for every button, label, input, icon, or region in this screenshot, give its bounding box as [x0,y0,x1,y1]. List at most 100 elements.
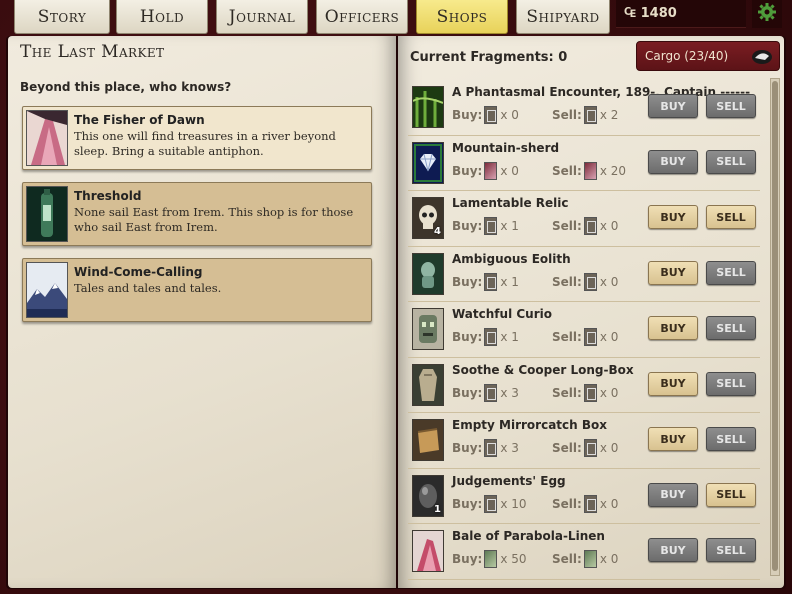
sell-price-quantity: x 0 [599,219,619,233]
item-list-scrollbar[interactable] [770,78,780,576]
sell-price: Sell: x 2 [552,106,618,124]
shop-card-wind-come-calling[interactable]: Wind-Come-Calling Tales and tales and ta… [22,258,372,322]
sell-price-quantity: x 0 [599,274,619,289]
fragment-currency-icon [583,439,597,457]
buy-price-quantity: x 3 [500,385,519,400]
buy-button[interactable]: BUY [648,260,698,285]
tab-story-label: Story [37,6,87,27]
sell-button[interactable]: SELL [706,205,756,229]
item-name: Empty Mirrorcatch Box [452,418,607,432]
buy-button[interactable]: BUY [648,149,698,174]
buy-button[interactable]: BUY [648,371,698,396]
shop-item-row: Ambiguous Eolith Buy: x 1 Sell: x 0 BUY SELL [408,247,760,302]
shop-item-row: 4 Lamentable Relic Buy: x 1 Sell: x 0 BUY SELL [408,191,760,247]
shop-item-row: Bale of Parabola-Linen Buy: x 50 Sell: x 0 BU… [408,524,760,580]
shop-item-list: A Phantasmal Encounter, 189-, Captain --… [408,80,760,580]
shop-item-row: 1 Judgements' Egg Buy: x 10 Sell: x 0 BUY SELL [408,469,760,524]
book-frame: The Last Market Beyond this place, who k… [6,36,786,589]
shop-description: Tales and tales and tales. [74,281,222,295]
sell-price-quantity: x 0 [599,552,619,566]
sell-price-label: Sell: [552,274,582,289]
sell-price-label: Sell: [552,219,582,233]
buy-price-quantity: x 1 [500,219,519,233]
shop-card-threshold[interactable]: Threshold None sail East from Irem. This… [22,182,372,246]
sell-button[interactable]: SELL [706,482,756,507]
sell-price: Sell: x 0 [552,217,618,235]
settings-button[interactable] [752,0,782,28]
egg-icon: 1 [412,474,444,517]
sell-price-label: Sell: [552,441,582,455]
sell-price-label: Sell: [552,552,582,566]
shop-item-row: A Phantasmal Encounter, 189-, Captain --… [408,80,760,136]
gear-icon [757,2,777,26]
tab-hold[interactable]: Hold [116,0,208,34]
tab-officers-label: Officers [324,6,400,27]
fragment-currency-icon [583,217,597,235]
buy-price-label: Buy: [452,219,483,233]
tab-officers[interactable]: Officers [316,0,408,34]
tab-hold-label: Hold [139,6,185,27]
gem-icon [412,141,444,184]
cargo-button[interactable]: Cargo (23/40) [636,41,780,71]
sell-price: Sell: x 0 [552,272,619,291]
sell-button[interactable]: SELL [706,538,756,562]
buy-price-quantity: x 50 [500,552,527,566]
tab-story[interactable]: Story [14,0,110,34]
stone-figure-icon [412,252,444,295]
tab-journal-label: Journal [228,6,296,27]
sell-button[interactable]: SELL [706,94,756,118]
box-icon [412,419,444,461]
tab-shops[interactable]: Shops [416,0,508,34]
fisher-of-dawn-image [26,110,68,166]
buy-price-quantity: x 3 [500,441,519,455]
sell-price-label: Sell: [552,163,582,178]
sell-button[interactable]: SELL [706,371,756,396]
sell-price-quantity: x 2 [599,108,619,122]
buy-price-label: Buy: [452,496,483,511]
sell-button[interactable]: SELL [706,149,756,174]
shop-name: Threshold [74,189,142,203]
buy-button[interactable]: BUY [648,482,698,507]
buy-price-label: Buy: [452,108,483,122]
sell-price: Sell: x 0 [552,383,618,402]
buy-button[interactable]: BUY [648,94,698,118]
buy-button[interactable]: BUY [648,538,698,562]
fragment-currency-icon [484,272,498,291]
sell-price-label: Sell: [552,496,582,511]
fragment-currency-icon [484,328,498,346]
shop-item-row: Soothe & Cooper Long-Box Buy: x 3 Sell: x 0 B… [408,358,760,413]
shop-card-fisher-of-dawn[interactable]: The Fisher of Dawn This one will find tr… [22,106,372,170]
buy-price: Buy: x 3 [452,383,519,402]
tab-shipyard-label: Shipyard [526,6,600,27]
buy-price: Buy: x 1 [452,217,519,235]
sell-price-quantity: x 0 [599,496,619,511]
buy-price-quantity: x 0 [500,163,519,178]
buy-price-quantity: x 1 [500,274,519,289]
fragment-currency-icon [484,106,498,124]
threshold-image [26,186,68,242]
buy-price: Buy: x 0 [452,161,519,180]
buy-button[interactable]: BUY [648,205,698,229]
sell-price-quantity: x 20 [599,163,626,178]
wind-come-calling-image [26,262,68,318]
sell-button[interactable]: SELL [706,260,756,285]
sell-price-quantity: x 0 [599,441,619,455]
shop-description: None sail East from Irem. This shop is f… [74,205,354,234]
tab-journal[interactable]: Journal [216,0,308,34]
shop-item-row: Watchful Curio Buy: x 1 Sell: x 0 BUY SELL [408,302,760,358]
shop-item-row: Mountain-sherd Buy: x 0 Sell: x 20 BUY SELL [408,136,760,191]
buy-price: Buy: x 50 [452,550,527,568]
sell-button[interactable]: SELL [706,316,756,340]
sell-button[interactable]: SELL [706,427,756,451]
shard-currency-icon [484,161,498,180]
tab-shipyard[interactable]: Shipyard [516,0,610,34]
fragment-currency-icon [583,272,597,291]
buy-price-label: Buy: [452,552,483,566]
buy-button[interactable]: BUY [648,427,698,451]
page-subtitle: Beyond this place, who knows? [20,80,232,94]
linen-currency-icon [484,550,498,568]
fragment-currency-icon [583,494,597,513]
scrollbar-thumb[interactable] [772,81,778,571]
buy-button[interactable]: BUY [648,316,698,340]
skull-icon: 4 [412,197,444,239]
